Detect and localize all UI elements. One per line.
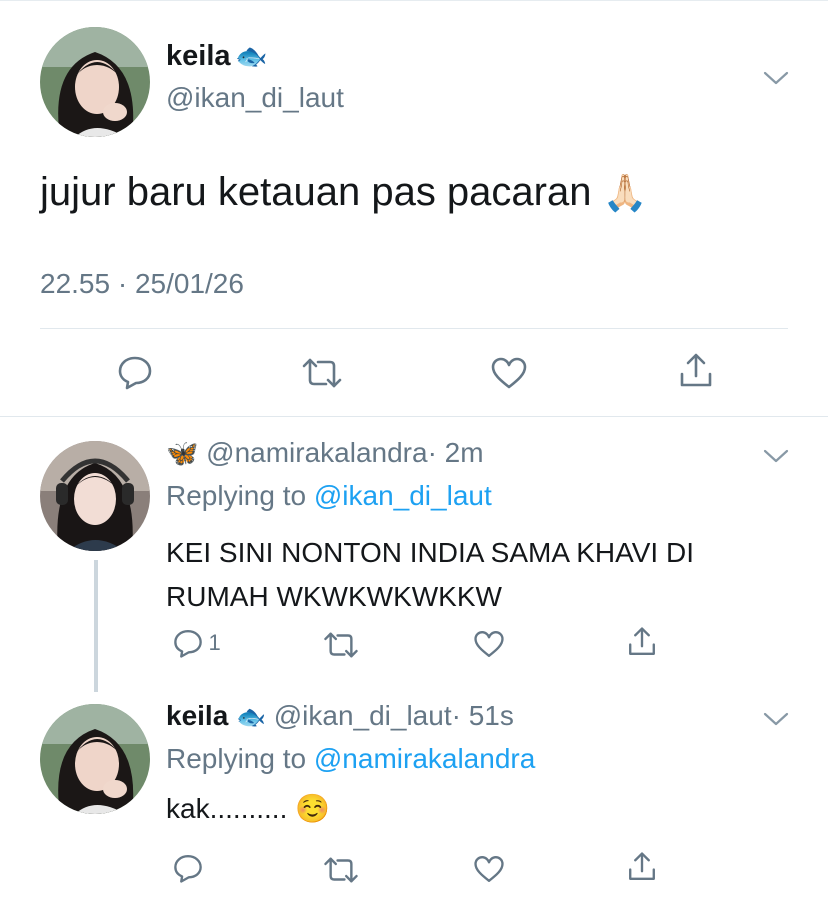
retweet-icon[interactable] — [322, 630, 360, 660]
replying-to-line: Replying to @ikan_di_laut — [166, 480, 492, 512]
tweet-text-row: jujur baru ketauan pas pacaran 🙏🏻 — [40, 170, 647, 215]
reply-text-line: RUMAH WKWKWKWKKW — [166, 581, 502, 612]
chevron-down-icon[interactable] — [762, 446, 790, 466]
share-icon[interactable] — [677, 352, 715, 390]
replying-to-line: Replying to @namirakalandra — [166, 743, 535, 775]
replying-to-label: Replying to — [166, 480, 307, 511]
reply-text: KEI SINI NONTON INDIA SAMA KHAVI DI RUMA… — [166, 531, 694, 619]
avatar[interactable] — [40, 704, 150, 814]
display-name[interactable]: keila — [166, 40, 231, 72]
reply-header: keila 🐟 @ikan_di_laut· 51s — [166, 700, 514, 732]
reply-action[interactable]: 1 — [172, 627, 221, 659]
retweet-icon[interactable] — [300, 356, 344, 390]
fish-emoji: 🐟 — [234, 41, 268, 71]
divider — [40, 328, 788, 329]
reply-handle[interactable]: @namirakalandra — [206, 437, 427, 468]
share-icon[interactable] — [626, 626, 658, 658]
tweet-timestamp[interactable]: 22.55 · 25/01/26 — [40, 268, 244, 300]
fish-emoji: 🐟 — [236, 704, 266, 731]
avatar[interactable] — [40, 27, 150, 137]
reply-header: 🦋 @namirakalandra· 2m — [166, 437, 484, 469]
reply-icon[interactable] — [116, 354, 154, 390]
thread-line — [94, 560, 98, 692]
tweet-text: jujur baru ketauan pas pacaran — [40, 170, 592, 214]
replying-to-link[interactable]: @namirakalandra — [314, 743, 535, 774]
like-icon[interactable] — [473, 854, 505, 884]
replying-to-link[interactable]: @ikan_di_laut — [314, 480, 492, 511]
chevron-down-icon[interactable] — [762, 709, 790, 729]
reply-count: 1 — [208, 630, 221, 655]
section-divider — [0, 416, 828, 417]
top-divider — [0, 0, 828, 1]
reply-time: · 51s — [451, 700, 514, 731]
display-name[interactable]: keila — [166, 700, 228, 731]
share-icon[interactable] — [626, 851, 658, 883]
author-name-row: keila 🐟 — [166, 40, 267, 76]
reply-icon[interactable] — [172, 852, 204, 884]
chevron-down-icon[interactable] — [762, 68, 790, 88]
retweet-icon[interactable] — [322, 855, 360, 885]
author-handle[interactable]: @ikan_di_laut — [166, 82, 344, 114]
pray-emoji: 🙏🏻 — [602, 172, 648, 213]
reply-handle[interactable]: @ikan_di_laut — [274, 700, 452, 731]
reply-time: · 2m — [427, 437, 484, 468]
smile-emoji: ☺️ — [295, 793, 331, 824]
avatar[interactable] — [40, 441, 150, 551]
reply-text: kak.......... ☺️ — [166, 792, 330, 825]
like-icon[interactable] — [473, 629, 505, 659]
reply-icon[interactable] — [172, 627, 204, 659]
reply-text-line: KEI SINI NONTON INDIA SAMA KHAVI DI — [166, 537, 694, 568]
reply-text-content: kak.......... — [166, 793, 288, 824]
like-icon[interactable] — [490, 356, 528, 390]
replying-to-label: Replying to — [166, 743, 307, 774]
butterfly-emoji: 🦋 — [166, 438, 199, 468]
